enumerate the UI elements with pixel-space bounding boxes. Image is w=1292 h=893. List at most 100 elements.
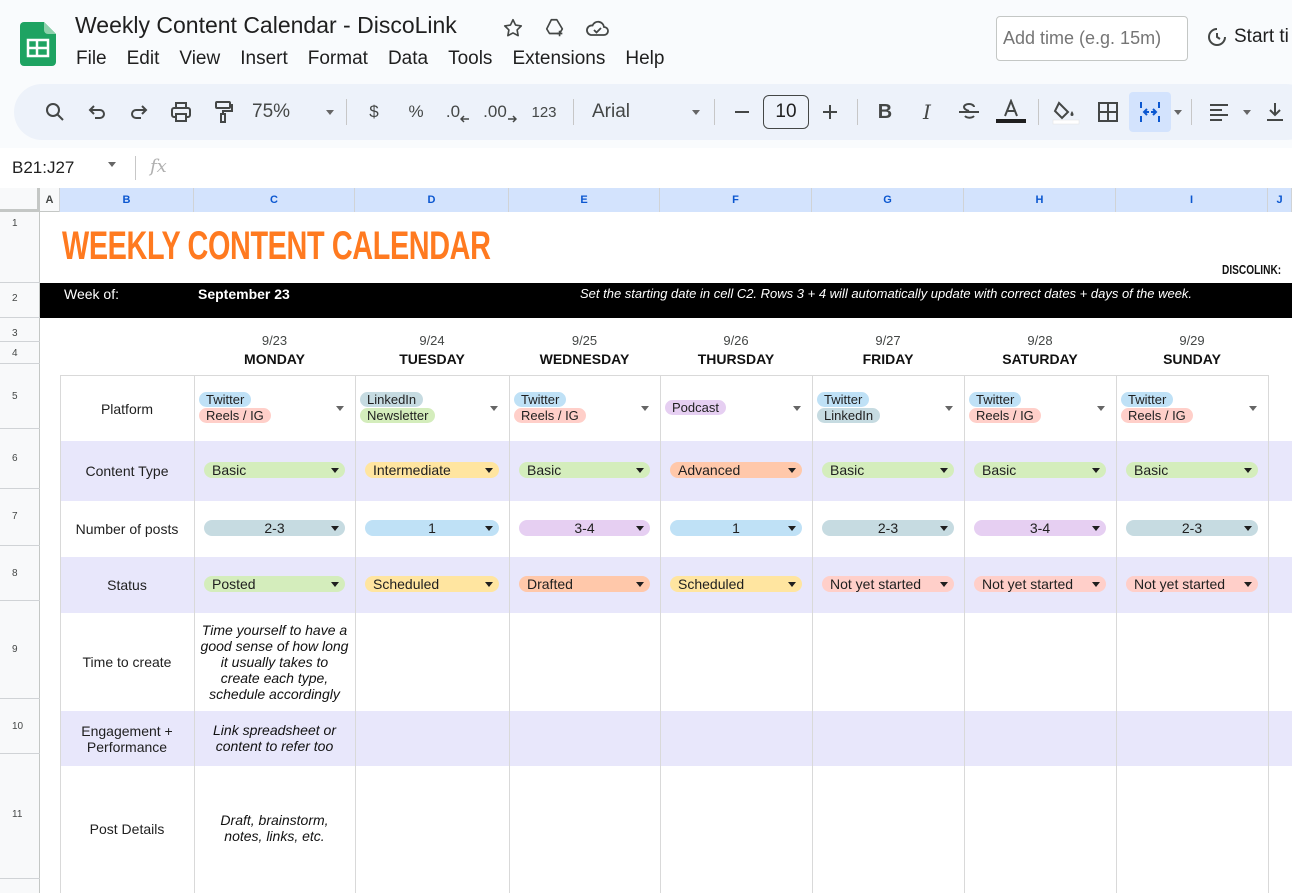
time-to-create-note[interactable]: Time yourself to have a good sense of ho… <box>196 622 353 702</box>
add-time-input[interactable] <box>996 16 1188 61</box>
select-all-corner[interactable] <box>0 188 40 212</box>
row-header-11[interactable]: 11 <box>0 754 40 879</box>
zoom-select[interactable]: 75% <box>244 92 340 132</box>
menu-file[interactable]: File <box>66 48 117 70</box>
text-color-icon[interactable] <box>990 92 1032 132</box>
platform-cell-thursday[interactable]: Podcast <box>665 400 726 415</box>
column-header-b[interactable]: B <box>60 188 194 212</box>
engagement-note[interactable]: Link spreadsheet or content to refer too <box>196 722 353 754</box>
platform-cell-monday[interactable]: Twitter Reels / IG <box>199 392 271 423</box>
post-details-note[interactable]: Draft, brainstorm, notes, links, etc. <box>196 812 353 844</box>
column-header-c[interactable]: C <box>194 188 355 212</box>
search-menus-icon[interactable] <box>34 92 76 132</box>
column-header-h[interactable]: H <box>964 188 1116 212</box>
name-box-caret-icon[interactable] <box>108 162 116 167</box>
font-select[interactable]: Arial <box>580 92 708 132</box>
dropdown-caret-icon[interactable] <box>641 406 649 411</box>
row-header-10[interactable]: 10 <box>0 699 40 754</box>
menu-tools[interactable]: Tools <box>438 48 502 70</box>
platform-cell-friday[interactable]: Twitter LinkedIn <box>817 392 881 423</box>
menu-format[interactable]: Format <box>298 48 378 70</box>
content-type-dropdown-thursday[interactable]: Advanced <box>670 462 802 478</box>
increase-font-size-icon[interactable] <box>809 92 851 132</box>
document-title[interactable]: Weekly Content Calendar - DiscoLink <box>75 12 457 39</box>
menu-insert[interactable]: Insert <box>230 48 298 70</box>
posts-dropdown-tuesday[interactable]: 1 <box>365 520 499 536</box>
week-start-date[interactable]: September 23 <box>198 286 290 302</box>
dropdown-caret-icon[interactable] <box>1249 406 1257 411</box>
dropdown-caret-icon[interactable] <box>945 406 953 411</box>
bold-button[interactable]: B <box>864 92 906 132</box>
content-type-dropdown-wednesday[interactable]: Basic <box>519 462 650 478</box>
percent-format-button[interactable]: % <box>395 92 437 132</box>
undo-icon[interactable] <box>76 92 118 132</box>
status-dropdown-wednesday[interactable]: Drafted <box>519 576 650 592</box>
strikethrough-icon[interactable] <box>948 92 990 132</box>
spreadsheet-grid[interactable]: A B C D E F G H I J 1 2 3 4 5 6 7 8 9 10… <box>0 188 1292 893</box>
move-to-drive-icon[interactable] <box>540 14 570 42</box>
menu-help[interactable]: Help <box>615 48 674 70</box>
posts-dropdown-friday[interactable]: 2-3 <box>822 520 954 536</box>
platform-cell-sunday[interactable]: Twitter Reels / IG <box>1121 392 1193 423</box>
row-header-3[interactable]: 3 <box>0 318 40 342</box>
increase-decimal-button[interactable]: .00 <box>479 92 521 132</box>
row-header-6[interactable]: 6 <box>0 429 40 489</box>
name-box[interactable]: B21:J27 <box>12 158 74 178</box>
menu-data[interactable]: Data <box>378 48 438 70</box>
column-header-a[interactable]: A <box>40 188 60 212</box>
paint-format-icon[interactable] <box>202 92 244 132</box>
menu-view[interactable]: View <box>169 48 230 70</box>
align-caret-icon[interactable] <box>1240 92 1254 132</box>
print-icon[interactable] <box>160 92 202 132</box>
row-header-4[interactable]: 4 <box>0 342 40 364</box>
italic-button[interactable]: I <box>906 92 948 132</box>
currency-format-button[interactable]: $ <box>353 92 395 132</box>
status-dropdown-sunday[interactable]: Not yet started <box>1126 576 1258 592</box>
dropdown-caret-icon[interactable] <box>336 406 344 411</box>
number-format-button[interactable]: 123 <box>521 92 567 132</box>
menu-edit[interactable]: Edit <box>117 48 170 70</box>
row-header-2[interactable]: 2 <box>0 283 40 318</box>
row-header-7[interactable]: 7 <box>0 489 40 546</box>
platform-cell-wednesday[interactable]: Twitter Reels / IG <box>514 392 586 423</box>
platform-cell-saturday[interactable]: Twitter Reels / IG <box>969 392 1041 423</box>
dropdown-caret-icon[interactable] <box>793 406 801 411</box>
start-timer-button[interactable]: Start ti <box>1206 26 1289 48</box>
column-header-f[interactable]: F <box>660 188 812 212</box>
content-type-dropdown-tuesday[interactable]: Intermediate <box>365 462 499 478</box>
content-type-dropdown-saturday[interactable]: Basic <box>974 462 1106 478</box>
status-dropdown-thursday[interactable]: Scheduled <box>670 576 802 592</box>
sheets-logo-icon[interactable] <box>20 22 56 66</box>
column-header-j[interactable]: J <box>1268 188 1292 212</box>
horizontal-align-icon[interactable] <box>1198 92 1240 132</box>
decrease-decimal-button[interactable]: .0 <box>437 92 479 132</box>
posts-dropdown-wednesday[interactable]: 3-4 <box>519 520 650 536</box>
status-dropdown-friday[interactable]: Not yet started <box>822 576 954 592</box>
status-dropdown-tuesday[interactable]: Scheduled <box>365 576 499 592</box>
cloud-status-icon[interactable] <box>582 14 612 42</box>
fill-color-icon[interactable] <box>1045 92 1087 132</box>
posts-dropdown-saturday[interactable]: 3-4 <box>974 520 1106 536</box>
redo-icon[interactable] <box>118 92 160 132</box>
dropdown-caret-icon[interactable] <box>1097 406 1105 411</box>
column-header-d[interactable]: D <box>355 188 509 212</box>
decrease-font-size-icon[interactable] <box>721 92 763 132</box>
column-header-i[interactable]: I <box>1116 188 1268 212</box>
menu-extensions[interactable]: Extensions <box>502 48 615 70</box>
star-icon[interactable] <box>498 14 528 42</box>
column-header-g[interactable]: G <box>812 188 964 212</box>
vertical-align-icon[interactable] <box>1254 92 1292 132</box>
platform-cell-tuesday[interactable]: LinkedIn Newsletter <box>360 392 436 423</box>
font-size-input[interactable]: 10 <box>763 95 809 129</box>
merge-cells-icon[interactable] <box>1129 92 1171 132</box>
content-type-dropdown-sunday[interactable]: Basic <box>1126 462 1258 478</box>
row-header-8[interactable]: 8 <box>0 546 40 601</box>
column-header-e[interactable]: E <box>509 188 660 212</box>
posts-dropdown-thursday[interactable]: 1 <box>670 520 802 536</box>
status-dropdown-saturday[interactable]: Not yet started <box>974 576 1106 592</box>
merge-caret-icon[interactable] <box>1171 92 1185 132</box>
row-header-1[interactable]: 1 <box>0 212 40 283</box>
row-header-5[interactable]: 5 <box>0 364 40 429</box>
dropdown-caret-icon[interactable] <box>490 406 498 411</box>
borders-icon[interactable] <box>1087 92 1129 132</box>
